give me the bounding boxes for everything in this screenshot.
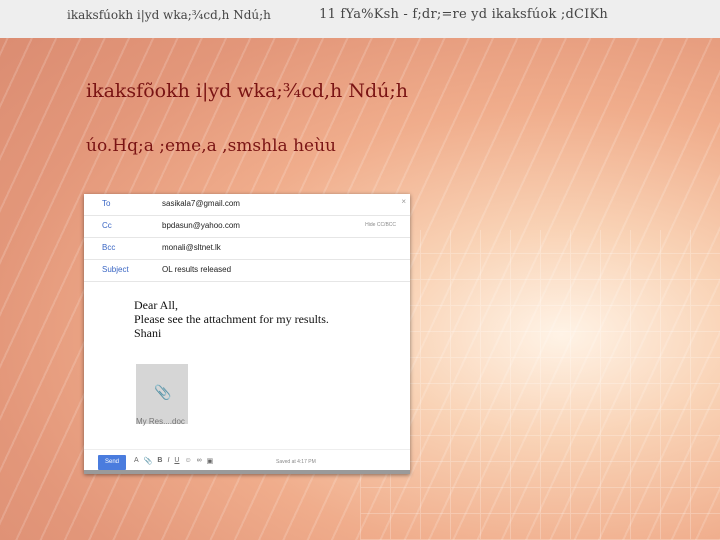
paperclip-icon: 📎 [154,384,172,400]
header-right-text: 11 fYa%Ksh - f;dr;=re yd ikaksfúok ;dCIK… [319,7,608,22]
emoji-icon[interactable]: ☺ [184,457,191,465]
hide-cc-bcc-link[interactable]: Hide CC/BCC [365,222,396,228]
italic-icon[interactable]: I [167,457,169,465]
close-icon[interactable]: × [401,197,406,206]
format-icon[interactable]: A [134,457,139,465]
email-compose-window: To sasikala7@gmail.com × Cc bpdasun@yaho… [84,194,410,474]
cc-field[interactable]: bpdasun@yahoo.com [162,221,240,230]
bcc-row: Bcc monali@sltnet.lk [84,238,410,260]
send-button[interactable]: Send [98,455,126,470]
subject-row: Subject OL results released [84,260,410,282]
slide-subheading: úo.Hq;a ;eme,a ,smshla heùu [86,136,336,156]
body-line: Please see the attachment for my results… [134,312,329,326]
link-icon[interactable]: ∞ [197,457,202,465]
bcc-field[interactable]: monali@sltnet.lk [162,243,221,252]
bcc-label: Bcc [102,243,116,252]
attach-icon[interactable]: 📎 [144,457,153,465]
to-label: To [102,199,111,208]
subject-label: Subject [102,265,129,274]
attachment-thumbnail[interactable]: 📎 [136,364,188,424]
subject-field[interactable]: OL results released [162,265,231,274]
saved-status: Saved at 4:17 PM [276,459,316,465]
cc-row: Cc bpdasun@yahoo.com Hide CC/BCC [84,216,410,238]
formatting-tools: A 📎 B I U ☺ ∞ ▣ [134,457,213,465]
to-field[interactable]: sasikala7@gmail.com [162,199,240,208]
window-bottom-bar [84,470,410,474]
attachment-name: My Res....doc [136,417,185,426]
header-left-text: ikaksfúokh i|yd wka;¾cd,h Ndú;h [67,8,271,22]
bold-icon[interactable]: B [157,457,162,465]
slide-header-bar: ikaksfúokh i|yd wka;¾cd,h Ndú;h 11 fYa%K… [0,0,720,38]
background-grid [360,230,720,540]
image-icon[interactable]: ▣ [207,457,214,465]
slide-heading: ikaksfõokh i|yd wka;¾cd,h Ndú;h [86,80,408,102]
body-line: Shani [134,326,162,340]
cc-label: Cc [102,221,112,230]
body-line: Dear All, [134,298,178,312]
to-row: To sasikala7@gmail.com × [84,194,410,216]
email-body[interactable]: Dear All, Please see the attachment for … [134,298,329,340]
underline-icon[interactable]: U [174,457,179,465]
